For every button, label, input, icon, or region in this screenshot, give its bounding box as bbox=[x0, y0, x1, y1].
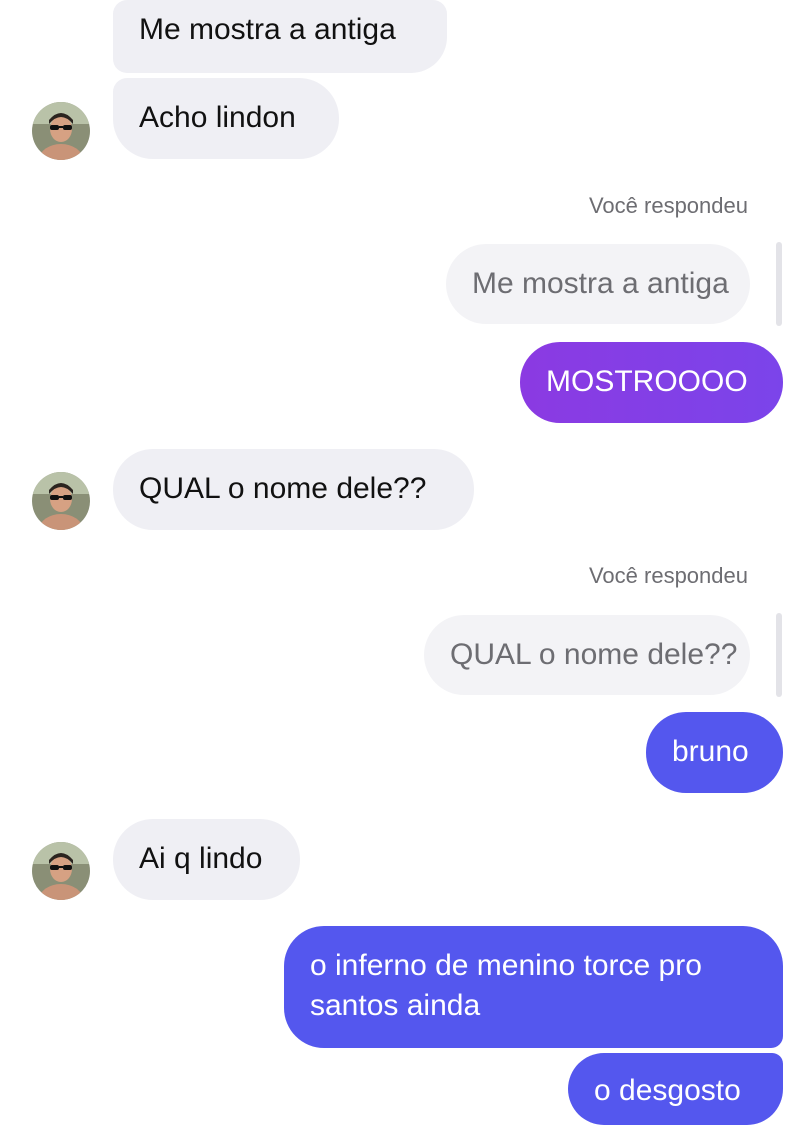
quoted-text: QUAL o nome dele?? bbox=[450, 638, 738, 671]
message-text: MOSTROOOO bbox=[546, 365, 748, 398]
avatar-photo-icon bbox=[32, 102, 90, 160]
contact-avatar[interactable] bbox=[32, 102, 90, 160]
reply-bar bbox=[776, 242, 782, 326]
incoming-message[interactable]: Me mostra a antiga bbox=[113, 0, 447, 73]
incoming-message[interactable]: Ai q lindo bbox=[113, 819, 300, 900]
quoted-message[interactable]: QUAL o nome dele?? bbox=[424, 615, 750, 695]
message-text: QUAL o nome dele?? bbox=[139, 472, 427, 505]
message-text: Acho lindon bbox=[139, 101, 296, 134]
avatar-photo-icon bbox=[32, 472, 90, 530]
outgoing-message[interactable]: o inferno de menino torce pro santos ain… bbox=[284, 926, 783, 1048]
quoted-text: Me mostra a antiga bbox=[472, 267, 729, 300]
chat-thread[interactable]: Me mostra a antiga Acho lindon Você resp… bbox=[0, 0, 790, 1125]
contact-avatar[interactable] bbox=[32, 842, 90, 900]
outgoing-message[interactable]: bruno bbox=[646, 712, 783, 793]
message-text: bruno bbox=[672, 735, 749, 768]
reply-indicator-label: Você respondeu bbox=[588, 563, 748, 588]
avatar-photo-icon bbox=[32, 842, 90, 900]
message-text: o desgosto bbox=[594, 1074, 741, 1107]
incoming-message[interactable]: QUAL o nome dele?? bbox=[113, 449, 474, 530]
incoming-message[interactable]: Acho lindon bbox=[113, 78, 339, 159]
contact-avatar[interactable] bbox=[32, 472, 90, 530]
reply-bar bbox=[776, 613, 782, 697]
outgoing-message[interactable]: MOSTROOOO bbox=[520, 342, 783, 423]
reply-indicator-label: Você respondeu bbox=[588, 193, 748, 218]
outgoing-message[interactable]: o desgosto bbox=[568, 1053, 783, 1125]
message-text: Me mostra a antiga bbox=[139, 13, 396, 46]
quoted-message[interactable]: Me mostra a antiga bbox=[446, 244, 750, 324]
message-text: o inferno de menino torce pro santos ain… bbox=[310, 949, 702, 1022]
message-text: Ai q lindo bbox=[139, 842, 263, 875]
